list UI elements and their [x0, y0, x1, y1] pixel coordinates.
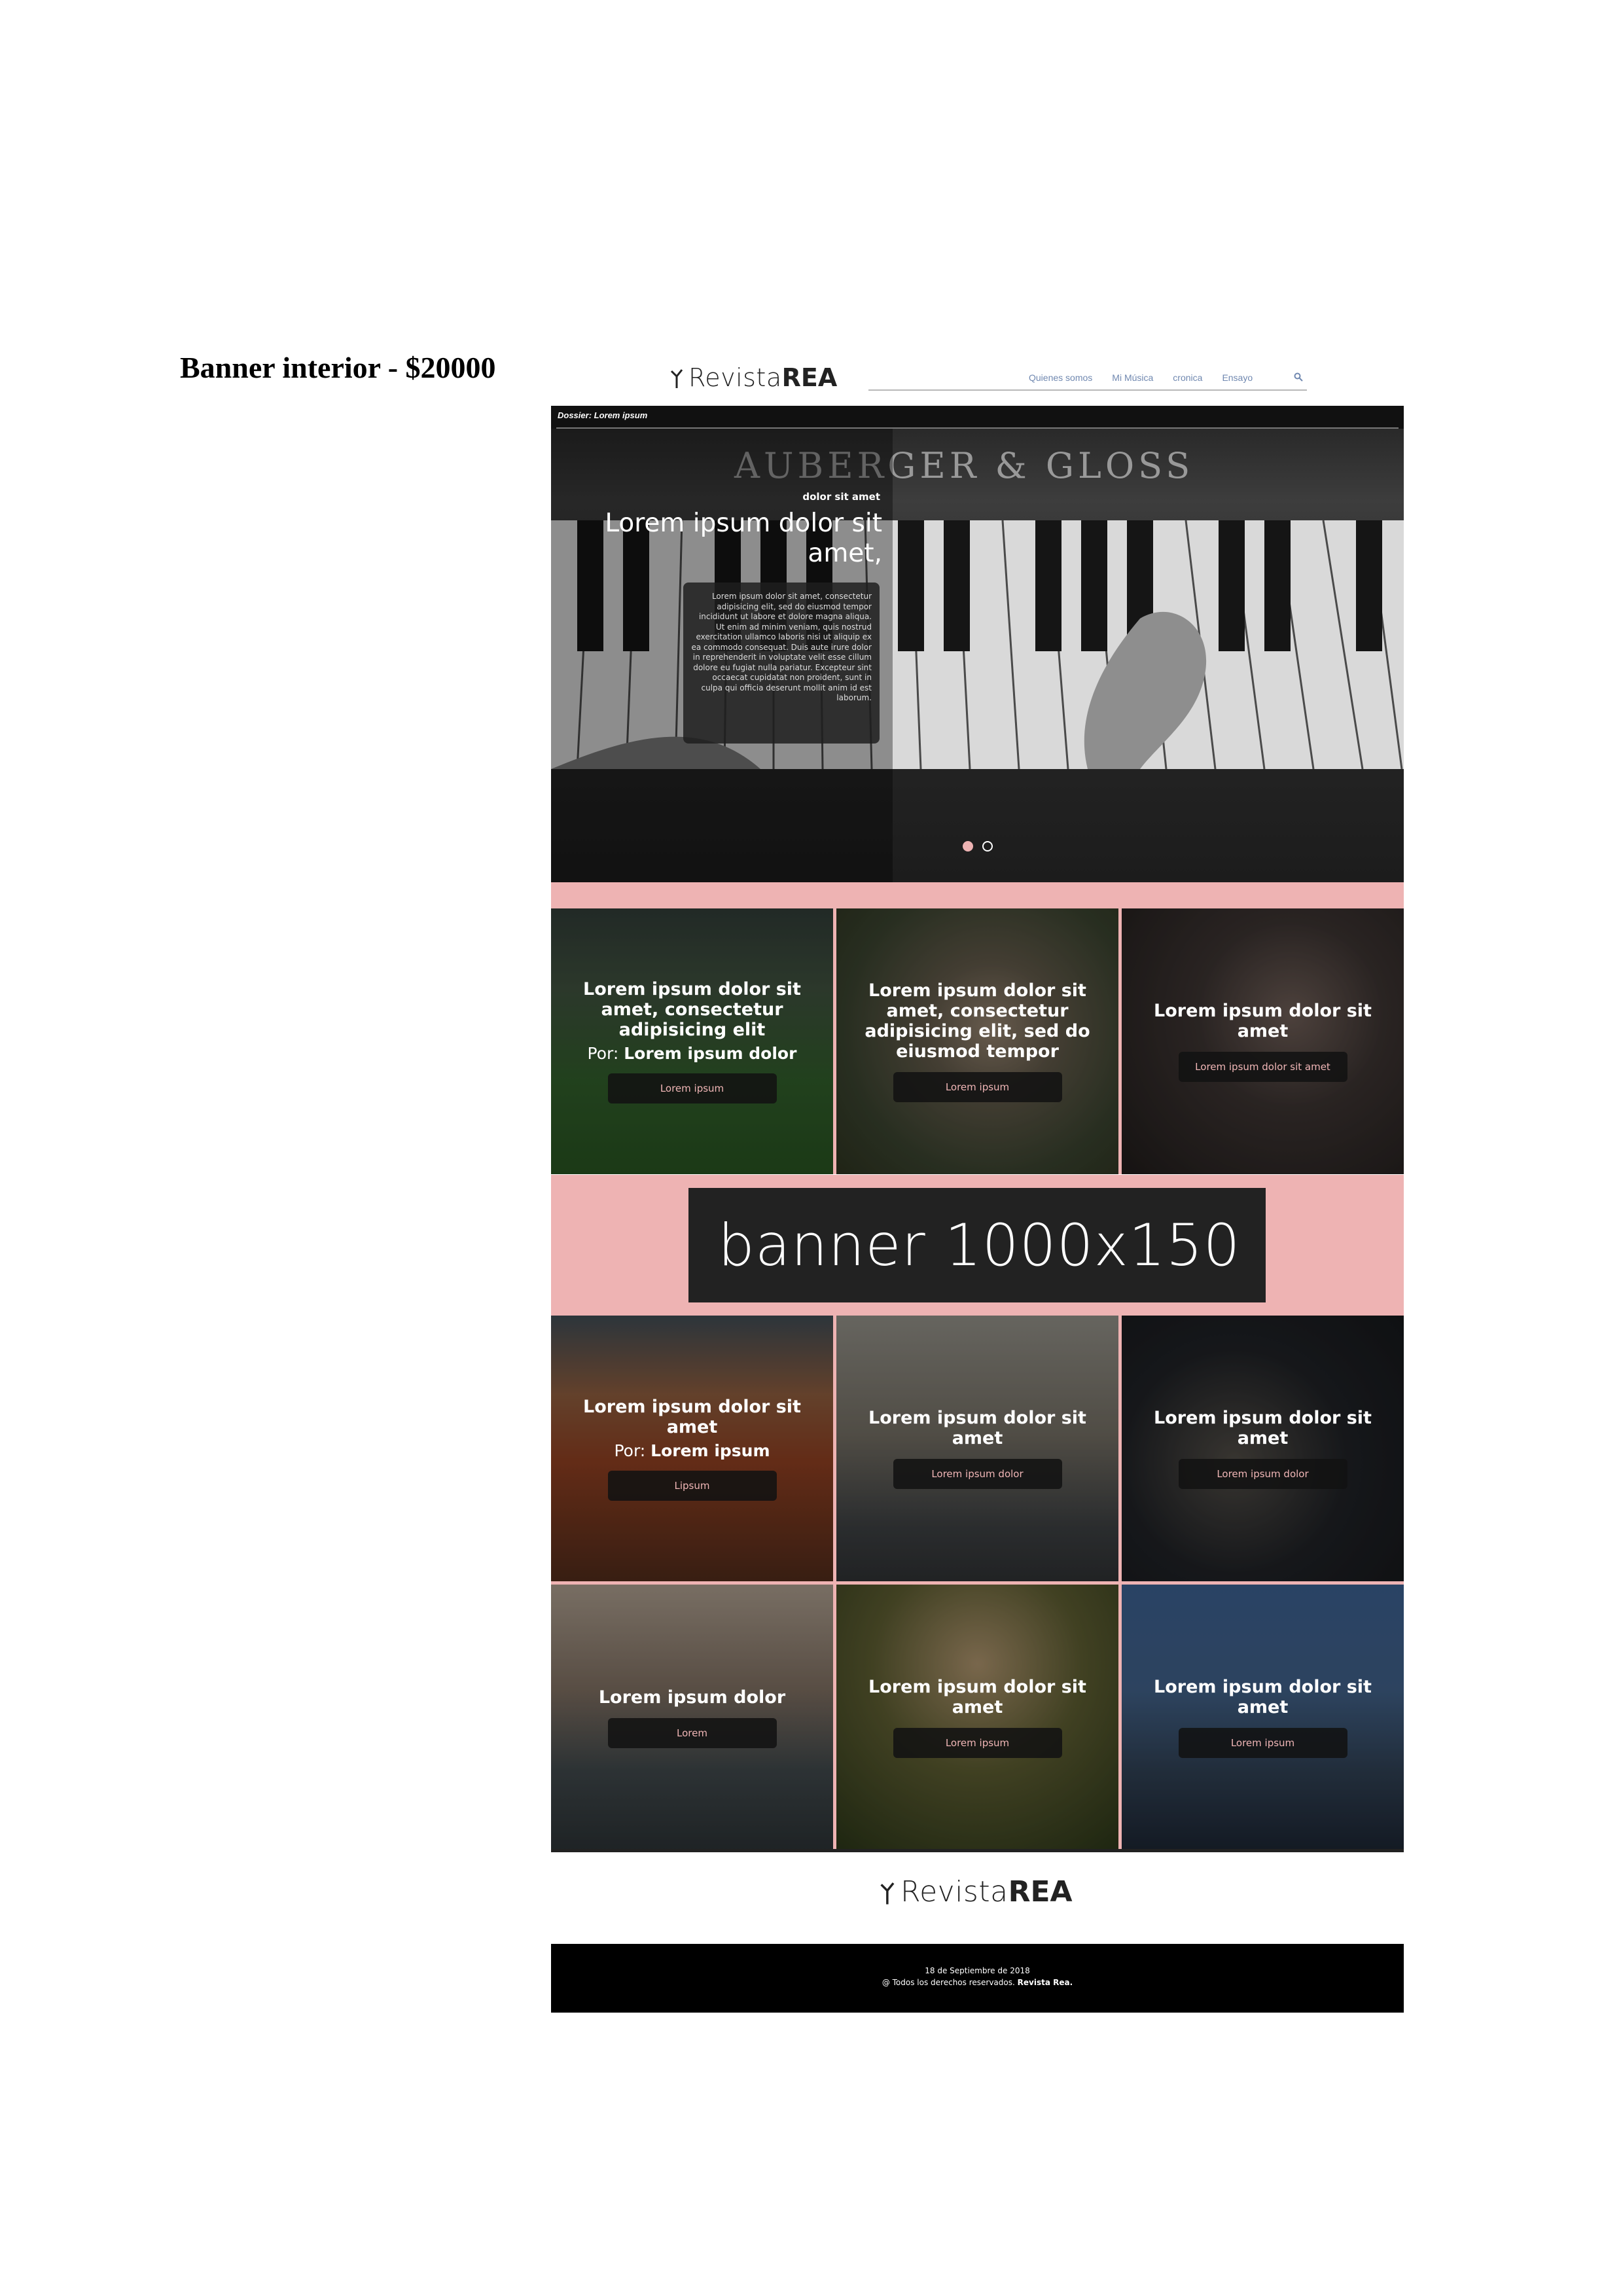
nav-item-ensayo[interactable]: Ensayo — [1222, 372, 1253, 383]
card-button[interactable]: Lorem ipsum dolor sit amet — [1178, 1052, 1347, 1082]
site-header: Revista REA Quienes somos Mi Música croni… — [551, 357, 1404, 406]
nav-item-cronica[interactable]: cronica — [1173, 372, 1202, 383]
article-card[interactable]: Lorem ipsum dolor sit amet Lorem ipsum — [836, 1585, 1118, 1850]
footer-logo[interactable]: Revista REA — [878, 1875, 1073, 1909]
article-card[interactable]: Lorem ipsum dolor sit amet Lorem ipsum d… — [1122, 1316, 1404, 1581]
hero-kicker: dolor sit amet — [802, 491, 880, 503]
search-icon[interactable] — [1294, 372, 1303, 382]
footer-date: 18 de Septiembre de 2018 — [925, 1966, 1030, 1975]
ad-banner[interactable]: banner 1000x150 — [688, 1188, 1266, 1302]
logo-mark-icon — [670, 369, 683, 388]
card-button[interactable]: Lipsum — [607, 1470, 777, 1501]
hero-excerpt-box: Lorem ipsum dolor sit amet, consectetur … — [683, 583, 880, 744]
main-nav: Quienes somos Mi Música cronica Ensayo — [1029, 372, 1253, 383]
article-card[interactable]: Lorem ipsum dolor Lorem — [551, 1585, 833, 1850]
article-card[interactable]: Lorem ipsum dolor sit amet Lorem ipsum d… — [836, 1316, 1118, 1581]
ad-banner-area: banner 1000x150 — [551, 1175, 1404, 1316]
hero-slider: AUBERGER & GLOSS Dossier: Lorem ipsum do… — [551, 406, 1404, 882]
card-button[interactable]: Lorem — [607, 1717, 777, 1748]
card-title: Lorem ipsum dolor sit amet — [868, 1677, 1086, 1717]
logo-text-bold: REA — [781, 363, 838, 392]
card-title: Lorem ipsum dolor sit amet — [868, 1408, 1086, 1448]
logo-mark-icon — [880, 1882, 895, 1904]
article-card[interactable]: Lorem ipsum dolor sit amet Lorem ipsum d… — [1122, 908, 1404, 1174]
article-card[interactable]: Lorem ipsum dolor sit amet Por: Lorem ip… — [551, 1316, 833, 1581]
logo-text-bold: REA — [1008, 1875, 1073, 1909]
grid-bottom-border — [551, 1849, 1404, 1852]
card-button[interactable]: Lorem ipsum — [893, 1072, 1062, 1102]
footer-rights: @ Todos los derechos reservados. Revista… — [882, 1978, 1073, 1987]
card-button[interactable]: Lorem ipsum — [893, 1728, 1062, 1758]
card-title: Lorem ipsum dolor sit amet, consectetur … — [583, 979, 801, 1040]
card-title: Lorem ipsum dolor sit amet — [1154, 1677, 1372, 1717]
website-mockup: Revista REA Quienes somos Mi Música croni… — [551, 357, 1404, 2013]
article-card[interactable]: Lorem ipsum dolor sit amet, consectetur … — [836, 908, 1118, 1174]
nav-item-quienes-somos[interactable]: Quienes somos — [1029, 372, 1092, 383]
card-button[interactable]: Lorem ipsum dolor — [893, 1459, 1062, 1489]
slider-dot[interactable] — [982, 841, 993, 852]
slider-dot-active[interactable] — [963, 841, 973, 852]
card-title: Lorem ipsum dolor sit amet — [1154, 1408, 1372, 1448]
card-author: Por: Lorem ipsum — [614, 1441, 770, 1460]
card-title: Lorem ipsum dolor sit amet — [1154, 1001, 1372, 1041]
nav-item-mi-musica[interactable]: Mi Música — [1112, 372, 1153, 383]
card-button[interactable]: Lorem ipsum — [1178, 1728, 1347, 1758]
logo-text-light: Revista — [688, 363, 782, 392]
accent-band — [551, 882, 1404, 908]
card-title: Lorem ipsum dolor sit amet — [583, 1396, 801, 1437]
section-label[interactable]: Dossier: Lorem ipsum — [558, 410, 647, 420]
header-logo[interactable]: Revista REA — [669, 363, 837, 392]
card-button[interactable]: Lorem ipsum dolor — [1178, 1459, 1347, 1489]
card-author: Por: Lorem ipsum dolor — [587, 1044, 797, 1063]
document-heading: Banner interior - $20000 — [180, 351, 496, 384]
hero-topbar: Dossier: Lorem ipsum — [551, 406, 1404, 429]
card-title: Lorem ipsum dolor — [598, 1687, 786, 1708]
card-title: Lorem ipsum dolor sit amet, consectetur … — [865, 980, 1090, 1062]
hero-excerpt: Lorem ipsum dolor sit amet, consectetur … — [691, 592, 872, 702]
article-card[interactable]: Lorem ipsum dolor sit amet, consectetur … — [551, 908, 833, 1174]
article-card[interactable]: Lorem ipsum dolor sit amet Lorem ipsum — [1122, 1585, 1404, 1850]
site-footer: 18 de Septiembre de 2018 @ Todos los der… — [551, 1944, 1404, 2013]
logo-text-light: Revista — [901, 1875, 1008, 1909]
card-button[interactable]: Lorem ipsum — [607, 1073, 777, 1103]
hero-title[interactable]: Lorem ipsum dolor sit amet, — [577, 509, 882, 569]
header-divider — [868, 389, 1307, 391]
banner-label: banner 1000x150 — [718, 1211, 1241, 1279]
